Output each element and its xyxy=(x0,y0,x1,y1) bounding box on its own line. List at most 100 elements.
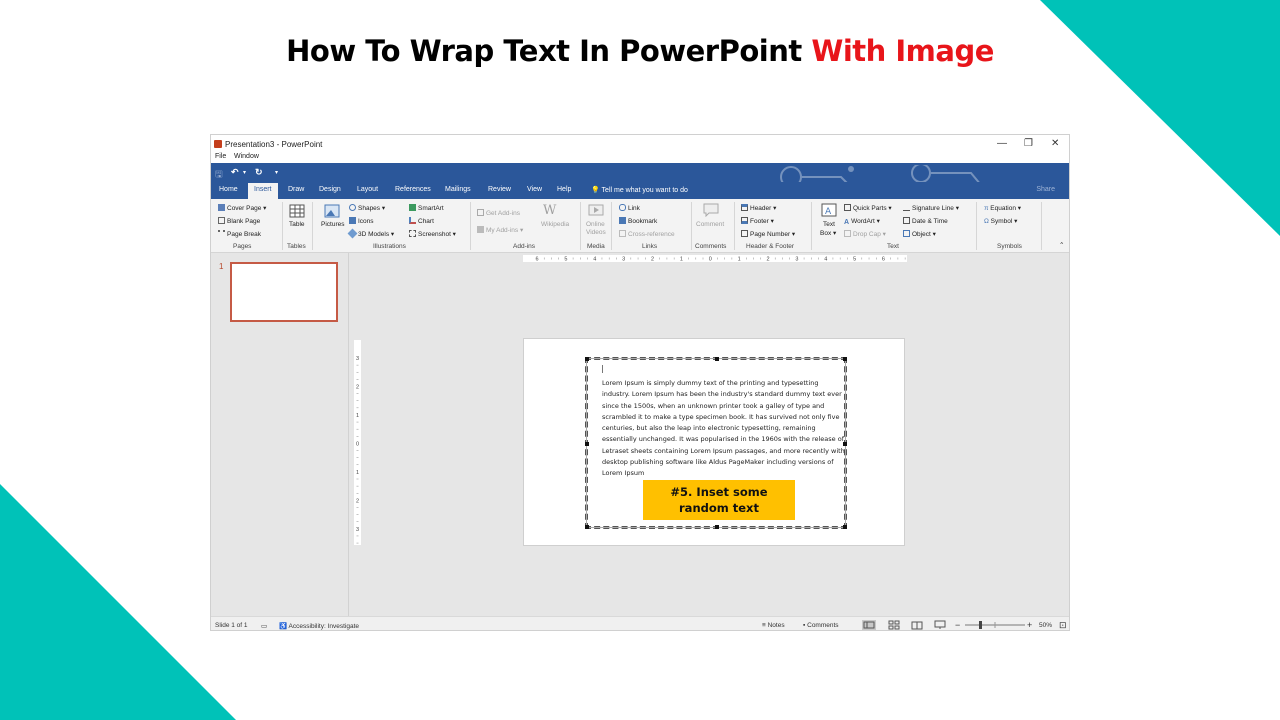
accessibility-status[interactable]: ♿ Accessibility: Investigate xyxy=(279,622,359,630)
slide-sorter-button[interactable] xyxy=(887,620,901,630)
equation-button[interactable]: π Equation ▾ xyxy=(984,204,1021,212)
ribbon-insert: Cover Page ▾ Blank Page Page Break Pages… xyxy=(211,199,1069,253)
screenshot-button[interactable]: Screenshot ▾ xyxy=(409,230,456,238)
screenshot-icon xyxy=(409,230,416,237)
my-addins-button[interactable]: My Add-ins ▾ xyxy=(477,226,523,234)
blank-page-button[interactable]: Blank Page xyxy=(218,217,260,225)
slide-thumbnail[interactable] xyxy=(230,262,338,322)
resize-handle[interactable] xyxy=(585,442,589,446)
zoom-level[interactable]: 50% xyxy=(1039,622,1052,629)
powerpoint-logo-icon xyxy=(214,140,222,148)
bookmark-button[interactable]: Bookmark xyxy=(619,217,657,225)
menu-file[interactable]: File xyxy=(215,153,226,160)
fit-to-window-icon[interactable]: ⊡ xyxy=(1059,620,1067,630)
symbol-button[interactable]: Ω Symbol ▾ xyxy=(984,217,1017,225)
resize-handle[interactable] xyxy=(585,525,589,529)
resize-handle[interactable] xyxy=(843,357,847,361)
tab-view[interactable]: View xyxy=(527,186,542,193)
normal-view-button[interactable] xyxy=(862,620,876,630)
header-button[interactable]: Header ▾ xyxy=(741,204,776,212)
restore-icon[interactable]: ❐ xyxy=(1024,138,1033,149)
group-pages-label: Pages xyxy=(233,243,252,250)
ruler-label: 3 xyxy=(622,257,625,263)
page-break-button[interactable]: Page Break xyxy=(218,230,261,238)
object-button[interactable]: Object ▾ xyxy=(903,230,936,238)
tab-layout[interactable]: Layout xyxy=(357,186,378,193)
tab-review[interactable]: Review xyxy=(488,186,511,193)
link-button[interactable]: Link xyxy=(619,204,640,212)
resize-handle[interactable] xyxy=(715,357,719,361)
cover-page-icon xyxy=(218,204,225,211)
ruler-label: 4 xyxy=(824,257,827,263)
lightbulb-icon: 💡 xyxy=(591,187,602,194)
resize-handle[interactable] xyxy=(843,525,847,529)
comments-button[interactable]: ▪ Comments xyxy=(803,622,839,629)
notes-button[interactable]: ≡ Notes xyxy=(762,622,785,629)
title-bar: Presentation3 - PowerPoint — ❐ ✕ xyxy=(211,135,1069,153)
drop-cap-button[interactable]: Drop Cap ▾ xyxy=(844,230,886,238)
footer-button[interactable]: Footer ▾ xyxy=(741,217,774,225)
cross-reference-button[interactable]: Cross-reference xyxy=(619,230,675,238)
menu-bar: File Window xyxy=(211,153,1069,163)
blank-page-icon xyxy=(218,217,225,224)
chart-button[interactable]: Chart xyxy=(409,217,434,225)
group-links-label: Links xyxy=(642,243,658,250)
ruler-label: 2 xyxy=(766,257,769,263)
ribbon-separator xyxy=(470,202,471,250)
group-symbols-label: Symbols xyxy=(997,243,1022,250)
tab-insert[interactable]: Insert xyxy=(248,183,278,199)
save-icon[interactable]: 🖫 xyxy=(215,167,223,183)
share-button[interactable]: Share xyxy=(1036,186,1055,193)
zoom-in-button[interactable]: + xyxy=(1027,620,1032,630)
ribbon-separator xyxy=(611,202,612,250)
reading-view-button[interactable] xyxy=(910,620,924,630)
signature-line-button[interactable]: Signature Line ▾ xyxy=(903,204,959,212)
quick-parts-button[interactable]: Quick Parts ▾ xyxy=(844,204,892,212)
cover-page-button[interactable]: Cover Page ▾ xyxy=(218,204,266,212)
comment-icon xyxy=(703,203,719,217)
tab-mailings[interactable]: Mailings xyxy=(445,186,471,193)
zoom-slider-thumb[interactable] xyxy=(979,621,982,629)
chart-icon xyxy=(409,217,416,224)
ruler-label: 1 xyxy=(356,470,359,476)
undo-icon[interactable]: ↶ xyxy=(231,167,239,178)
group-text-label: Text xyxy=(887,243,899,250)
spelling-icon[interactable]: ▭ xyxy=(261,622,267,630)
get-addins-button[interactable]: Get Add-ins xyxy=(477,209,520,217)
collapse-ribbon-icon[interactable]: ⌃ xyxy=(1059,241,1064,249)
page-number-button[interactable]: Page Number ▾ xyxy=(741,230,795,238)
tell-me-box[interactable]: 💡 Tell me what you want to do xyxy=(591,186,688,194)
undo-dropdown-icon[interactable]: ▾ xyxy=(243,169,246,176)
3d-models-button[interactable]: 3D Models ▾ xyxy=(347,228,394,239)
minimize-icon[interactable]: — xyxy=(997,138,1007,149)
wordart-button[interactable]: A WordArt ▾ xyxy=(844,217,880,226)
zoom-out-button[interactable]: − xyxy=(955,620,960,630)
redo-icon[interactable]: ↻ xyxy=(255,167,263,178)
tab-design[interactable]: Design xyxy=(319,186,341,193)
icons-label: Icons xyxy=(358,218,374,225)
zoom-slider[interactable] xyxy=(965,621,1025,629)
tab-help[interactable]: Help xyxy=(557,186,571,193)
resize-handle[interactable] xyxy=(585,357,589,361)
tab-home[interactable]: Home xyxy=(219,186,238,193)
page-title: How To Wrap Text In PowerPoint With Imag… xyxy=(0,34,1280,68)
selected-text-box[interactable]: Lorem Ipsum is simply dummy text of the … xyxy=(585,357,847,529)
wikipedia-icon: W xyxy=(543,203,557,218)
wikipedia-button[interactable]: Wikipedia xyxy=(541,221,569,228)
bookmark-label: Bookmark xyxy=(628,218,658,225)
tab-references[interactable]: References xyxy=(395,186,431,193)
date-time-button[interactable]: Date & Time xyxy=(903,217,948,225)
close-icon[interactable]: ✕ xyxy=(1051,138,1059,149)
smartart-button[interactable]: SmartArt xyxy=(409,204,444,212)
menu-window[interactable]: Window xyxy=(234,153,259,160)
group-header-footer-label: Header & Footer xyxy=(746,243,795,250)
customize-qat-icon[interactable]: ▾ xyxy=(275,169,278,176)
shapes-button[interactable]: Shapes ▾ xyxy=(349,204,385,212)
slide-body-text[interactable]: Lorem Ipsum is simply dummy text of the … xyxy=(602,378,846,480)
tab-draw[interactable]: Draw xyxy=(288,186,304,193)
vertical-ruler: 3 2 1 0 1 2 3 xyxy=(354,340,361,545)
resize-handle[interactable] xyxy=(715,525,719,529)
slideshow-button[interactable] xyxy=(933,620,947,630)
icons-button[interactable]: Icons xyxy=(349,217,374,225)
icons-icon xyxy=(349,217,356,224)
